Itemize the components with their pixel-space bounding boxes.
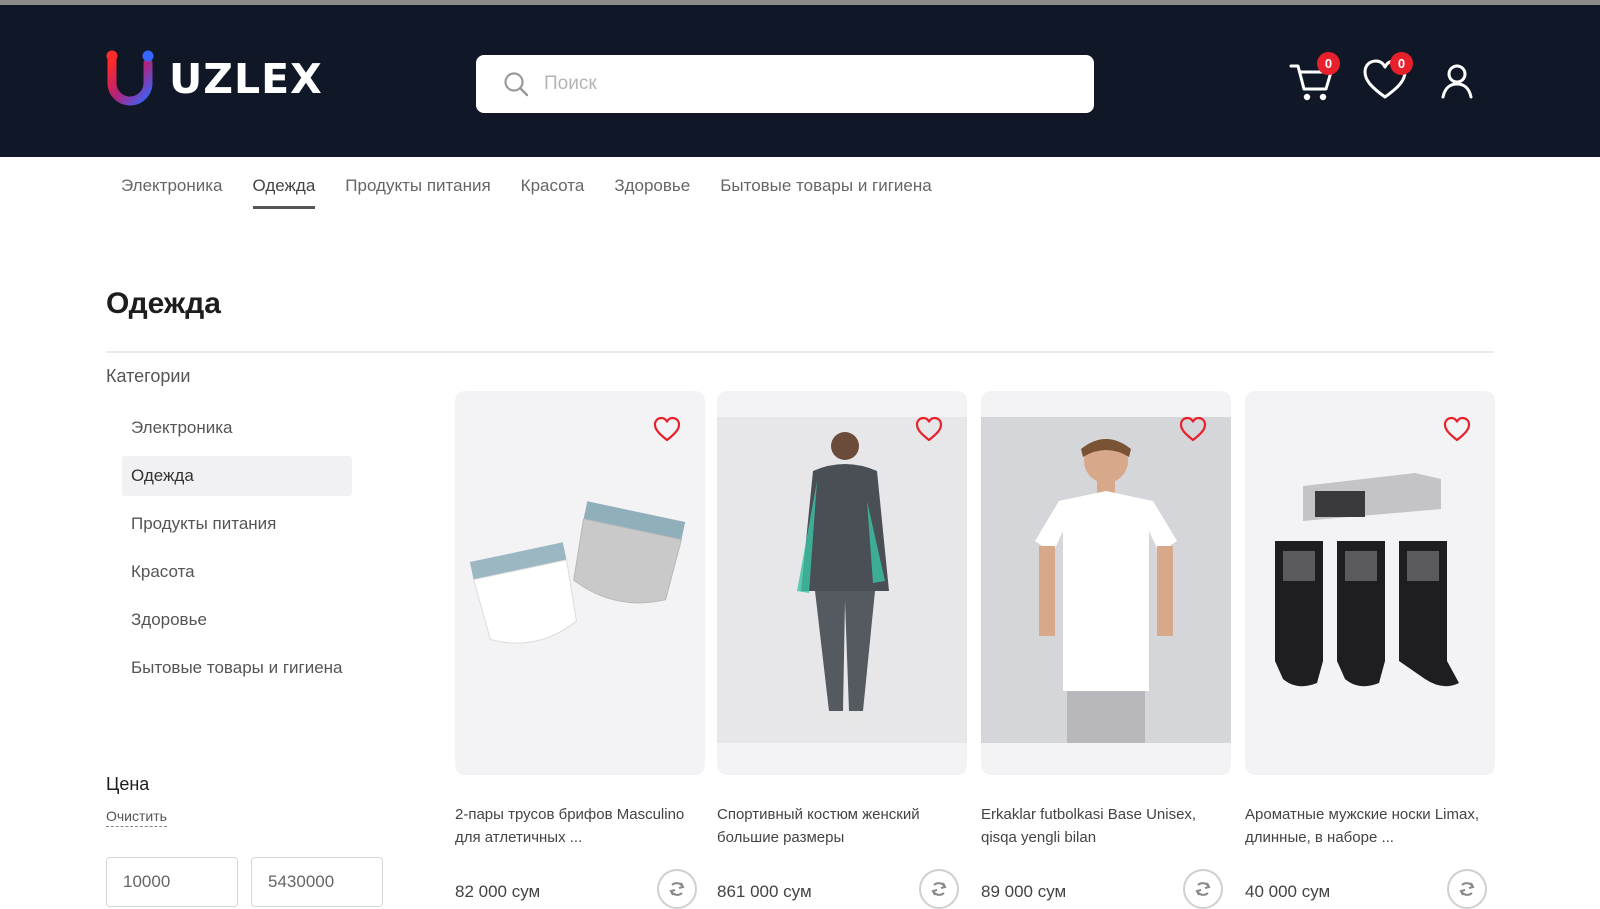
sidebar-item-health[interactable]: Здоровье [122,600,352,640]
user-icon [1441,64,1473,99]
price-filter-heading: Цена [106,774,150,794]
product-image[interactable] [1245,391,1495,775]
sidebar-item-beauty[interactable]: Красота [122,552,352,592]
socks-image [1275,473,1459,687]
nav-item-health[interactable]: Здоровье [614,176,690,209]
favorite-heart-icon[interactable] [1179,416,1207,442]
tracksuit-image [717,417,967,743]
favorite-heart-icon[interactable] [653,416,681,442]
product-title[interactable]: Ароматные мужские носки Limax, длинные, … [1245,803,1495,849]
logo-text: UZLEX [169,55,323,103]
sidebar-item-clothing[interactable]: Одежда [122,456,352,496]
sidebar-item-food[interactable]: Продукты питания [122,504,352,544]
logo-mark-icon [106,50,154,106]
logo[interactable]: UZLEX [105,49,323,107]
cart-count-badge: 0 [1317,52,1340,75]
site-header: UZLEX 0 0 [0,5,1600,157]
divider [106,351,1494,353]
product-image[interactable] [717,391,967,775]
tshirt-image [981,417,1231,743]
cart-refresh-icon [931,882,947,896]
clear-price-link[interactable]: Очистить [106,808,167,827]
product-card[interactable]: 2-пары трусов брифов Masculino для атлет… [455,391,705,909]
favorite-heart-icon[interactable] [915,416,943,442]
add-to-cart-button[interactable] [1183,869,1223,909]
cart-button[interactable]: 0 [1288,52,1340,105]
page-title: Одежда [106,287,221,320]
add-to-cart-button[interactable] [919,869,959,909]
sidebar-item-electronics[interactable]: Электроника [122,408,352,448]
sidebar-item-household[interactable]: Бытовые товары и гигиена [122,648,352,688]
nav-item-household[interactable]: Бытовые товары и гигиена [720,176,932,209]
wishlist-count-badge: 0 [1390,52,1413,75]
nav-item-beauty[interactable]: Красота [521,176,585,209]
nav-item-clothing[interactable]: Одежда [252,176,316,209]
search-bar[interactable] [476,55,1094,113]
product-title[interactable]: 2-пары трусов брифов Masculino для атлет… [455,803,705,849]
search-icon [504,72,529,97]
product-title[interactable]: Спортивный костюм женский большие размер… [717,803,967,849]
wishlist-button[interactable]: 0 [1361,52,1413,105]
categories-heading: Категории [106,366,191,386]
product-image[interactable] [455,391,705,775]
product-card[interactable]: Erkaklar futbolkasi Base Unisex, qisqa y… [981,391,1231,909]
cart-refresh-icon [1459,882,1475,896]
nav-item-electronics[interactable]: Электроника [121,176,223,209]
product-card[interactable]: Ароматные мужские носки Limax, длинные, … [1245,391,1495,909]
briefs-image [469,501,686,644]
product-title[interactable]: Erkaklar futbolkasi Base Unisex, qisqa y… [981,803,1231,849]
cart-refresh-icon [1195,882,1211,896]
add-to-cart-button[interactable] [657,869,697,909]
favorite-heart-icon[interactable] [1443,416,1471,442]
category-list: Электроника Одежда Продукты питания Крас… [122,408,352,696]
product-card[interactable]: Спортивный костюм женский большие размер… [717,391,967,909]
account-button[interactable] [1433,55,1481,105]
category-nav: Электроника Одежда Продукты питания Крас… [121,176,932,209]
nav-item-food[interactable]: Продукты питания [345,176,490,209]
add-to-cart-button[interactable] [1447,869,1487,909]
product-image[interactable] [981,391,1231,775]
cart-refresh-icon [669,882,685,896]
search-input[interactable] [544,73,1064,95]
